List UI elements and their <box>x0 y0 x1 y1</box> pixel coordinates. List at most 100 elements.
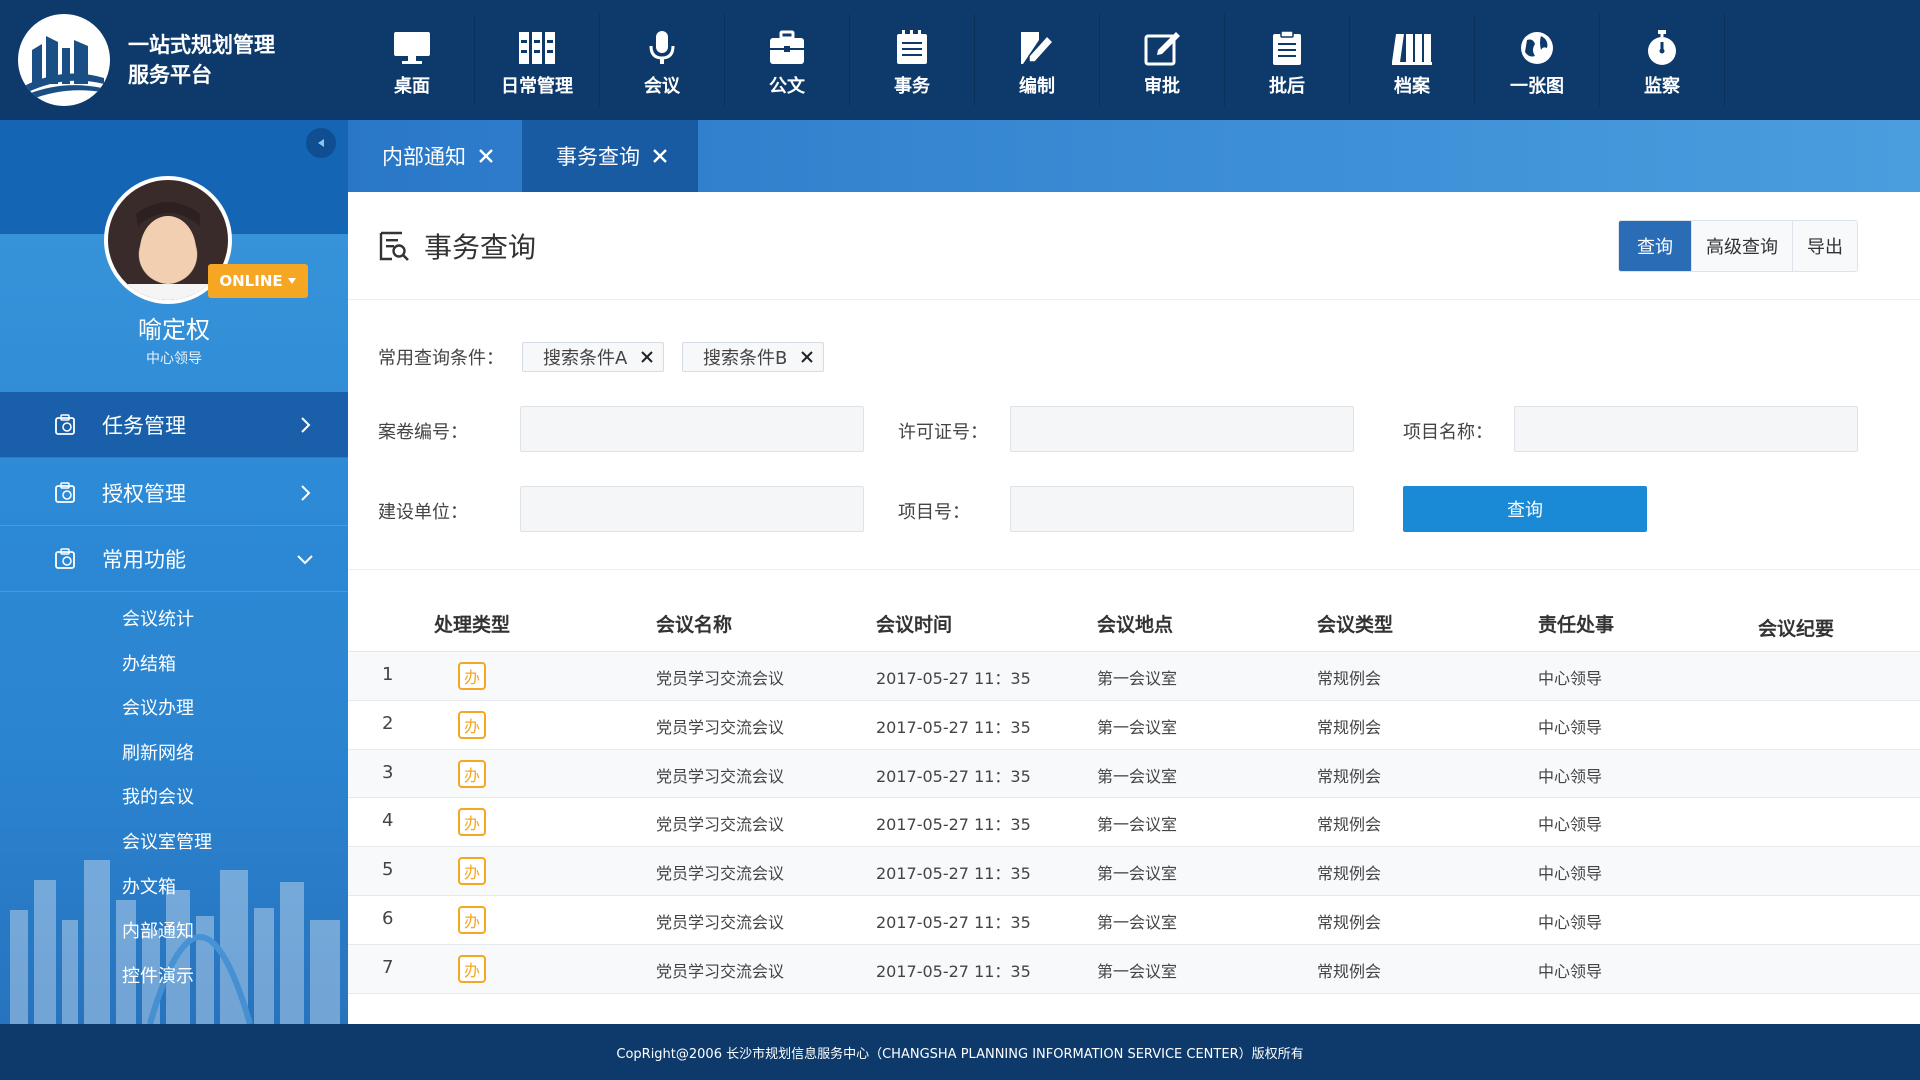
stopwatch-icon <box>1640 28 1684 68</box>
search-condition-chip-b[interactable]: 搜索条件B <box>682 342 825 372</box>
chip-label: 搜索条件B <box>703 348 788 369</box>
nav-approve[interactable]: 审批 <box>1100 14 1225 106</box>
sidebar-menu-authorization[interactable]: 授权管理 <box>0 460 348 526</box>
license-number-input[interactable] <box>1010 406 1354 452</box>
sidebar-subitem-completed-box[interactable]: 办结箱 <box>0 643 348 688</box>
project-number-input[interactable] <box>1010 486 1354 532</box>
table-row[interactable]: 1 办 党员学习交流会议 2017-05-27 11：35 第一会议室 常规例会 中心领导 <box>348 652 1920 701</box>
nav-desktop[interactable]: 桌面 <box>350 14 475 106</box>
column-header[interactable]: 处理类型 <box>434 610 510 637</box>
handle-action-badge[interactable]: 办 <box>458 808 486 837</box>
nav-archive[interactable]: 档案 <box>1350 14 1475 106</box>
sidebar-collapse-button[interactable] <box>306 128 336 158</box>
nav-affairs[interactable]: 事务 <box>850 14 975 106</box>
user-role: 中心领导 <box>146 351 202 367</box>
page-header: 事务查询 查询 高级查询 导出 <box>348 192 1920 300</box>
sidebar-menu-common-functions[interactable]: 常用功能 <box>0 526 348 592</box>
row-index: 5 <box>382 859 394 881</box>
tab-internal-notice[interactable]: 内部通知 <box>348 120 522 192</box>
nav-supervise[interactable]: 监察 <box>1600 14 1725 106</box>
cell-type: 常规例会 <box>1317 669 1382 688</box>
handle-action-badge[interactable]: 办 <box>458 662 486 690</box>
sidebar-subitem-control-demo[interactable]: 控件演示 <box>0 955 348 1000</box>
top-nav: 桌面 日常管理 会议 公文 事务 编制 审批 批后 档案 一张图 监察 <box>350 14 1725 106</box>
sidebar-subitem-meeting-handling[interactable]: 会议办理 <box>0 687 348 732</box>
sidebar-subitem-my-meetings[interactable]: 我的会议 <box>0 776 348 821</box>
cell-owner: 中心领导 <box>1538 864 1603 884</box>
export-button[interactable]: 导出 <box>1792 221 1857 271</box>
column-header[interactable]: 会议地点 <box>1097 610 1173 637</box>
chevron-right-icon <box>301 485 311 501</box>
tab-affairs-query[interactable]: 事务查询 <box>522 120 698 192</box>
case-number-input[interactable] <box>520 406 864 452</box>
cell-owner: 中心领导 <box>1538 961 1603 981</box>
cell-type: 常规例会 <box>1317 766 1382 786</box>
sidebar-subitem-meeting-stats[interactable]: 会议统计 <box>0 598 348 643</box>
nav-daily[interactable]: 日常管理 <box>475 14 600 106</box>
handle-action-badge[interactable]: 办 <box>458 710 486 739</box>
notepad-icon <box>890 28 934 68</box>
sidebar-menu-label: 常用功能 <box>102 547 186 572</box>
nav-document[interactable]: 公文 <box>725 14 850 106</box>
handle-action-badge[interactable]: 办 <box>458 759 486 788</box>
nav-approve-label: 审批 <box>1144 76 1180 97</box>
nav-one-map[interactable]: 一张图 <box>1475 14 1600 106</box>
grid-icon <box>515 28 559 68</box>
row-index: 1 <box>382 664 394 685</box>
project-name-input[interactable] <box>1514 406 1858 452</box>
cell-time: 2017-05-27 11：35 <box>876 815 1031 835</box>
cell-type: 常规例会 <box>1317 815 1382 835</box>
close-icon[interactable] <box>801 351 814 363</box>
column-header[interactable]: 会议时间 <box>876 610 952 637</box>
table-row[interactable]: 7 办 党员学习交流会议 2017-05-27 11：35 第一会议室 常规例会 中心领导 <box>348 944 1920 994</box>
cell-time: 2017-05-27 11：35 <box>876 912 1031 932</box>
table-row[interactable]: 4 办 党员学习交流会议 2017-05-27 11：35 第一会议室 常规例会 中心领导 <box>348 798 1920 848</box>
table-row[interactable]: 6 办 党员学习交流会议 2017-05-27 11：35 第一会议室 常规例会 中心领导 <box>348 896 1920 945</box>
close-icon[interactable] <box>652 148 668 164</box>
advanced-query-button[interactable]: 高级查询 <box>1691 221 1792 271</box>
cell-owner: 中心领导 <box>1538 815 1603 835</box>
search-condition-chip-a[interactable]: 搜索条件A <box>522 342 665 372</box>
close-icon[interactable] <box>641 351 654 363</box>
sidebar-subitem-meeting-room-management[interactable]: 会议室管理 <box>0 821 348 866</box>
nav-meeting[interactable]: 会议 <box>600 14 725 106</box>
query-button[interactable]: 查询 <box>1619 221 1691 271</box>
sidebar-submenu: 会议统计 办结箱 会议办理 刷新网络 我的会议 会议室管理 办文箱 内部通知 控… <box>0 598 348 999</box>
sidebar-subitem-document-box[interactable]: 办文箱 <box>0 866 348 911</box>
column-header[interactable]: 责任处事 <box>1538 610 1614 637</box>
list-search-icon <box>379 231 409 261</box>
top-bar: 一站式规划管理 服务平台 桌面 日常管理 会议 公文 事务 编制 审批 批后 档… <box>0 0 1920 120</box>
row-index: 2 <box>382 712 394 734</box>
case-number-label: 案卷编号： <box>378 422 468 443</box>
nav-desktop-label: 桌面 <box>394 76 430 97</box>
handle-action-badge[interactable]: 办 <box>458 905 486 934</box>
sidebar-subitem-internal-notice[interactable]: 内部通知 <box>0 910 348 955</box>
footer: CopRight@2006 长沙市规划信息服务中心（CHANGSHA PLANN… <box>0 1024 1920 1080</box>
app-title-line2: 服务平台 <box>128 63 212 87</box>
cell-type: 常规例会 <box>1317 912 1382 932</box>
search-submit-button[interactable]: 查询 <box>1403 486 1647 532</box>
table-row[interactable]: 2 办 党员学习交流会议 2017-05-27 11：35 第一会议室 常规例会 中心领导 <box>348 701 1920 750</box>
globe-icon <box>1515 28 1559 68</box>
sidebar-menu-task-management[interactable]: 任务管理 <box>0 392 348 458</box>
row-index: 3 <box>382 761 394 783</box>
cell-place: 第一会议室 <box>1097 912 1178 932</box>
handle-action-badge[interactable]: 办 <box>458 857 486 886</box>
table-row[interactable]: 5 办 党员学习交流会议 2017-05-27 11：35 第一会议室 常规例会 中心领导 <box>348 847 1920 896</box>
nav-post-approval[interactable]: 批后 <box>1225 14 1350 106</box>
cell-owner: 中心领导 <box>1538 669 1603 688</box>
nav-compile[interactable]: 编制 <box>975 14 1100 106</box>
construction-unit-input[interactable] <box>520 486 864 532</box>
cell-place: 第一会议室 <box>1097 864 1178 884</box>
app-title-line1: 一站式规划管理 <box>128 33 275 57</box>
column-header[interactable]: 会议纪要 <box>1758 614 1834 641</box>
nav-affairs-label: 事务 <box>894 76 930 97</box>
table-row[interactable]: 3 办 党员学习交流会议 2017-05-27 11：35 第一会议室 常规例会 中心领导 <box>348 749 1920 799</box>
close-icon[interactable] <box>478 148 494 164</box>
column-header[interactable]: 会议名称 <box>656 610 732 637</box>
construction-unit-label: 建设单位： <box>378 502 468 523</box>
column-header[interactable]: 会议类型 <box>1317 610 1393 637</box>
sidebar-subitem-refresh-network[interactable]: 刷新网络 <box>0 732 348 777</box>
handle-action-badge[interactable]: 办 <box>458 954 486 983</box>
online-status-badge[interactable]: ONLINE <box>208 264 308 298</box>
